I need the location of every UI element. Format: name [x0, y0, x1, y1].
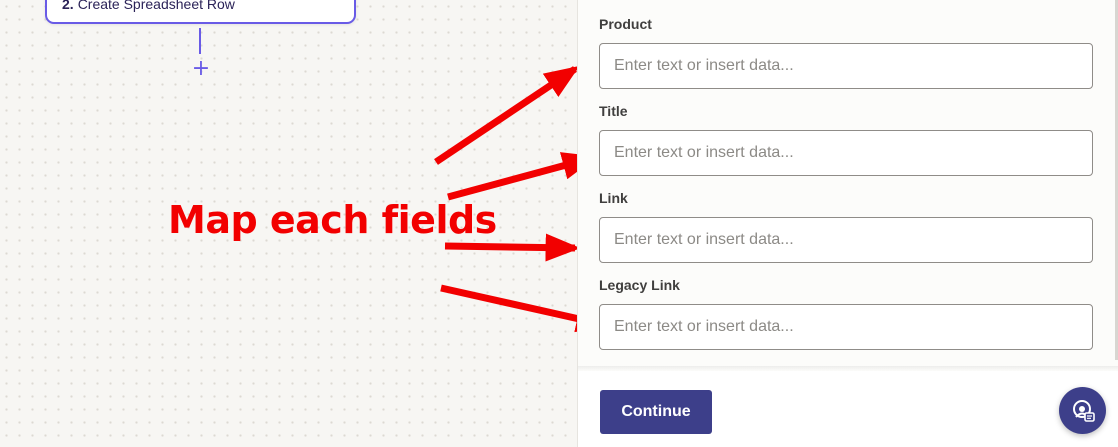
step-connector-line	[199, 28, 201, 54]
field-link: Link	[599, 189, 1093, 263]
field-label-legacy-link: Legacy Link	[599, 277, 680, 293]
step-number: 2.	[62, 0, 74, 12]
title-input[interactable]	[599, 130, 1093, 176]
arrow-to-product	[434, 65, 580, 165]
continue-button[interactable]: Continue	[600, 390, 712, 434]
field-label-product: Product	[599, 16, 652, 32]
field-label-title: Title	[599, 103, 628, 119]
arrow-to-title	[447, 152, 598, 201]
arrow-to-link	[444, 233, 581, 262]
step-config-panel: Product Title Link Legacy Link Continue	[577, 0, 1118, 447]
annotation-text: Map each fields	[168, 198, 497, 242]
zap-step-card[interactable]: 2. Create Spreadsheet Row	[45, 0, 356, 24]
help-chat-button[interactable]	[1059, 387, 1106, 434]
panel-footer: Continue	[578, 371, 1118, 447]
field-label-link: Link	[599, 190, 628, 206]
legacy-link-input[interactable]	[599, 304, 1093, 350]
field-product: Product	[599, 15, 1093, 89]
field-legacy-link: Legacy Link	[599, 276, 1093, 350]
link-input[interactable]	[599, 217, 1093, 263]
step-title: Create Spreadsheet Row	[77, 0, 235, 12]
add-step-button[interactable]: +	[190, 56, 212, 82]
field-title: Title	[599, 102, 1093, 176]
product-input[interactable]	[599, 43, 1093, 89]
support-chat-icon	[1070, 398, 1096, 424]
